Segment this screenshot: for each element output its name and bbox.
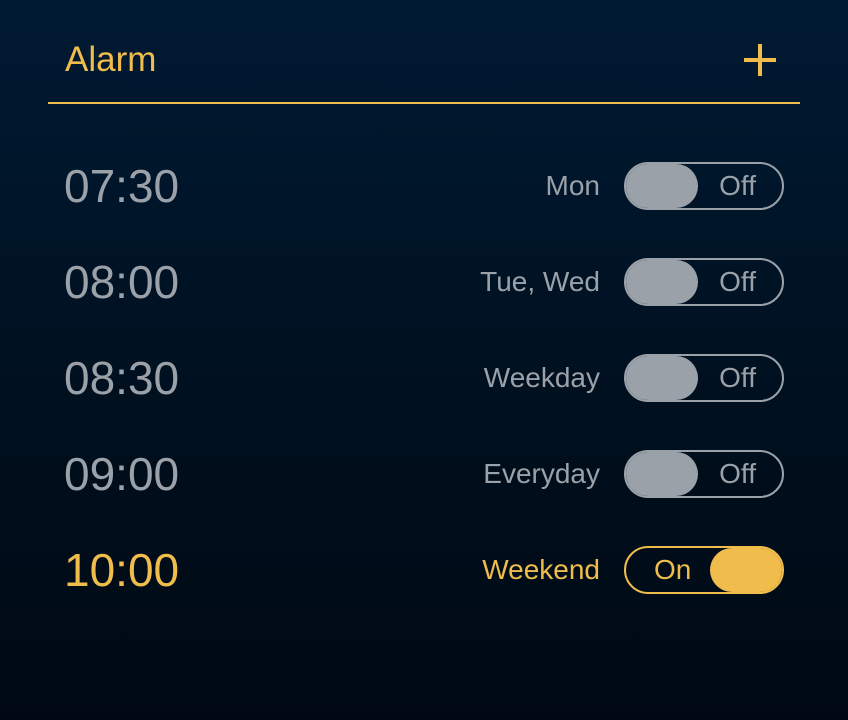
toggle-knob [626, 260, 698, 304]
add-alarm-button[interactable] [744, 44, 776, 76]
alarm-toggle[interactable]: On [624, 546, 784, 594]
alarm-toggle[interactable]: Off [624, 258, 784, 306]
page-title: Alarm [65, 40, 157, 79]
toggle-knob [710, 548, 782, 592]
toggle-label: Off [719, 266, 756, 297]
toggle-label: Off [719, 170, 756, 201]
header-bar: Alarm [48, 0, 800, 104]
alarm-time: 09:00 [64, 448, 180, 500]
alarm-time: 08:30 [64, 352, 180, 404]
toggle-knob [626, 452, 698, 496]
alarm-toggle[interactable]: Off [624, 162, 784, 210]
toggle-label: Off [719, 458, 756, 489]
alarm-row-0800[interactable]: 08:00 Tue, Wed Off [48, 234, 800, 330]
toggle-label: On [654, 554, 692, 585]
alarm-days: Weekend [482, 554, 600, 585]
alarm-time: 08:00 [64, 256, 180, 308]
alarm-days: Mon [545, 170, 600, 201]
alarm-days: Everyday [483, 458, 600, 489]
toggle-knob [626, 164, 698, 208]
alarm-days: Weekday [483, 362, 600, 393]
alarm-days: Tue, Wed [480, 266, 600, 297]
alarm-time: 07:30 [64, 160, 180, 212]
alarm-row-0830[interactable]: 08:30 Weekday Off [48, 330, 800, 426]
alarm-time: 10:00 [64, 544, 180, 596]
toggle-knob [626, 356, 698, 400]
alarm-toggle[interactable]: Off [624, 450, 784, 498]
alarm-toggle[interactable]: Off [624, 354, 784, 402]
alarm-row-0900[interactable]: 09:00 Everyday Off [48, 426, 800, 522]
toggle-label: Off [719, 362, 756, 393]
alarm-row-0730[interactable]: 07:30 Mon Off [48, 138, 800, 234]
alarm-row-1000[interactable]: 10:00 Weekend On [48, 522, 800, 618]
